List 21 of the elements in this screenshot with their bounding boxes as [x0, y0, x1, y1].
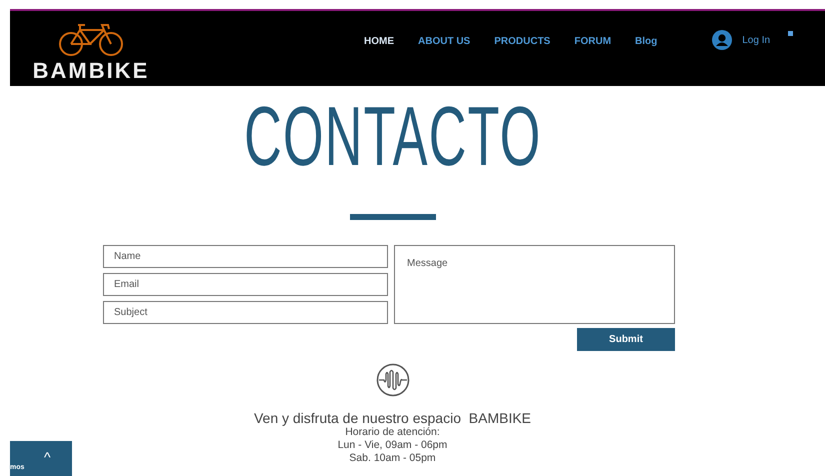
info-heading: Ven y disfruta de nuestro espacio BAMBIKE — [254, 411, 532, 426]
input-field[interactable]: Email — [103, 273, 388, 296]
page-title: CONTACTO — [244, 94, 542, 178]
submit-button[interactable]: Submit — [577, 328, 675, 351]
login-link[interactable]: Log In — [742, 32, 770, 48]
hours-text: Horario de atención: — [345, 426, 440, 440]
input-field[interactable]: Subject — [103, 301, 388, 324]
nav-link[interactable]: ABOUT US — [418, 34, 470, 49]
chevron-text: ^ — [44, 448, 51, 467]
hours-text: Lun - Vie, 09am - 06pm — [338, 439, 448, 452]
nav-link[interactable]: HOME — [364, 34, 394, 49]
hours-text: Sab. 10am - 05pm — [349, 452, 436, 466]
sound-wave-icon — [376, 363, 410, 397]
logo-text: BAMBIKE — [32, 60, 150, 82]
nav-link[interactable]: PRODUCTS — [494, 34, 550, 49]
bicycle-icon — [58, 23, 124, 57]
user-avatar-icon[interactable] — [712, 30, 732, 50]
message-field[interactable]: Message — [394, 245, 675, 324]
nav-link[interactable]: Blog — [635, 34, 658, 49]
input-field[interactable]: Name — [103, 245, 388, 268]
nav-link[interactable]: FORUM — [574, 34, 612, 49]
